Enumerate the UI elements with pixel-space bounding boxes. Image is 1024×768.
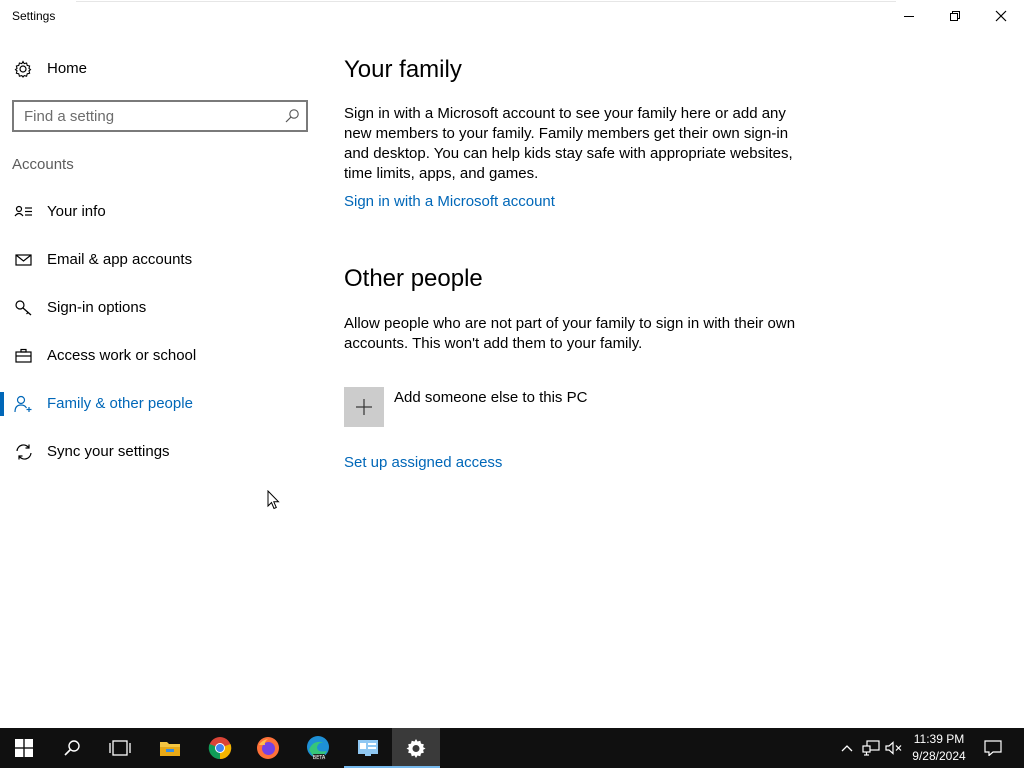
sidebar-item-sign-in-options[interactable]: Sign-in options [0, 288, 320, 328]
sidebar-item-label: Email & app accounts [47, 251, 193, 268]
start-icon [15, 739, 33, 757]
sidebar-item-sync[interactable]: Sync your settings [0, 432, 320, 472]
file-explorer-icon [160, 742, 180, 756]
minimize-button[interactable] [886, 0, 932, 32]
settings-icon [406, 739, 426, 758]
sidebar-item-email-accounts[interactable]: Email & app accounts [0, 240, 320, 280]
taskbar-chrome[interactable] [196, 728, 244, 768]
network-button[interactable] [860, 728, 882, 768]
sync-icon [16, 444, 32, 460]
plus-icon [356, 399, 372, 415]
notification-icon [984, 740, 1002, 756]
family-description: Sign in with a Microsoft account to see … [344, 105, 793, 182]
firefox-icon [257, 737, 279, 759]
sidebar-item-family[interactable]: Family & other people [0, 384, 320, 424]
search-icon [64, 740, 80, 756]
sidebar-item-label: Sign-in options [47, 299, 147, 316]
sidebar-item-label: Family & other people [47, 395, 193, 412]
assigned-access-link[interactable]: Set up assigned access [344, 454, 502, 471]
other-people-heading: Other people [344, 265, 483, 292]
taskbar-edge-beta[interactable]: BETA [294, 728, 342, 768]
title-bar: Settings [0, 0, 1024, 32]
add-someone-button[interactable]: Add someone else to this PC [344, 387, 644, 427]
key-icon [15, 300, 32, 316]
remote-desktop-icon [358, 740, 378, 756]
chevron-up-icon [841, 745, 853, 752]
sidebar-item-your-info[interactable]: Your info [0, 192, 320, 232]
other-people-description: Allow people who are not part of your fa… [344, 315, 796, 352]
taskbar-remote-desktop[interactable] [344, 728, 392, 768]
restore-icon [950, 11, 960, 21]
start-button[interactable] [0, 728, 48, 768]
family-heading: Your family [344, 56, 462, 83]
search-input[interactable]: Find a setting [12, 100, 308, 132]
task-view-button[interactable] [96, 728, 144, 768]
nav-home[interactable]: Home [0, 52, 320, 84]
taskbar-firefox[interactable] [244, 728, 292, 768]
gear-icon [14, 60, 32, 78]
title-bar-border [76, 0, 896, 2]
taskbar: BETA 11:39 PM 9/28/2024 [0, 728, 1024, 768]
chrome-icon [208, 737, 232, 760]
restore-button[interactable] [932, 0, 978, 32]
mail-icon [15, 254, 32, 266]
taskbar-file-explorer[interactable] [146, 728, 194, 768]
minimize-icon [904, 16, 914, 17]
search-icon [285, 109, 299, 123]
add-tile [344, 387, 384, 427]
window-title: Settings [12, 9, 56, 23]
add-someone-label: Add someone else to this PC [394, 389, 588, 406]
sign-in-microsoft-link[interactable]: Sign in with a Microsoft account [344, 193, 555, 210]
network-icon [862, 740, 880, 756]
close-button[interactable] [978, 0, 1024, 32]
clock[interactable]: 11:39 PM 9/28/2024 [900, 731, 978, 765]
sidebar-item-label: Your info [47, 203, 106, 220]
edge-beta-icon: BETA [307, 736, 329, 761]
nav-home-label: Home [47, 60, 88, 77]
taskbar-settings[interactable] [392, 728, 440, 768]
search-placeholder: Find a setting [24, 108, 115, 125]
taskbar-search-button[interactable] [48, 728, 96, 768]
main-content: Your family Sign in with a Microsoft acc… [344, 32, 944, 728]
close-icon [995, 10, 1007, 22]
clock-date: 9/28/2024 [912, 749, 966, 763]
task-view-icon [109, 740, 131, 756]
svg-text:BETA: BETA [313, 755, 326, 761]
sidebar-item-access-work[interactable]: Access work or school [0, 336, 320, 376]
section-label-accounts: Accounts [12, 156, 74, 173]
sidebar: Home Find a setting Accounts Your info E… [0, 32, 320, 728]
clock-time: 11:39 PM [913, 732, 965, 746]
mouse-cursor-icon [267, 490, 280, 510]
sidebar-item-label: Sync your settings [47, 443, 170, 460]
add-person-icon [14, 395, 32, 413]
briefcase-icon [15, 348, 32, 363]
active-indicator [0, 392, 4, 416]
action-center-button[interactable] [978, 728, 1008, 768]
show-hidden-icons-button[interactable] [838, 728, 856, 768]
sidebar-item-label: Access work or school [47, 347, 197, 364]
contact-card-icon [14, 205, 32, 217]
